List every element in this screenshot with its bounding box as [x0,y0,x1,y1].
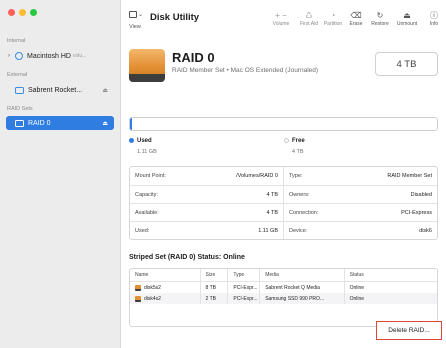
raid-members-table: Name Size Type Media Status disk5s2 8 TB… [129,268,438,327]
info-button[interactable]: ⓘ Info [424,10,444,27]
info-table: Mount Point:/Volumes/RAID 0 Type: RAID Me… [129,166,438,240]
minimize-window-button[interactable] [19,9,26,16]
sidebar-item-sabrent-rocket[interactable]: Sabrent Rocket... ⏏ [6,83,114,97]
column-header-type[interactable]: Type [227,269,259,281]
drive-icon [135,295,141,302]
restore-icon: ↻ [376,11,384,20]
sidebar-section-raid-sets: RAID Sets [7,106,33,112]
table-row[interactable]: disk5s2 8 TB PCI-Expr... Sabrent Rocket … [130,282,437,293]
chevron-right-icon[interactable]: › [8,53,15,59]
view-menu-button[interactable]: ⌄ [129,11,143,18]
sidebar: Internal › Macintosh HD volu... External… [0,0,121,348]
chevron-down-icon: ⌄ [138,12,144,19]
info-row: Available: 4 TB Connection: PCI-Express [130,203,437,221]
restore-button[interactable]: ↻ Restore [368,10,392,27]
drive-icon [135,284,141,291]
table-header: Name Size Type Media Status [130,269,437,282]
sidebar-item-label: Macintosh HD [27,52,71,60]
unmount-icon: ⏏ [403,11,411,20]
delete-raid-button[interactable]: Delete RAID... [376,321,442,340]
column-header-name[interactable]: Name [130,269,200,281]
volume-button[interactable]: + − Volume [268,10,294,27]
raid-drive-large-icon [129,49,165,82]
volume-title: RAID 0 [172,50,215,65]
sidebar-item-label: Sabrent Rocket... [28,86,83,94]
erase-button[interactable]: ⌫ Erase [346,10,366,27]
used-legend: Used 1.11 GB [129,138,157,155]
sidebar-item-raid-0[interactable]: RAID 0 ⏏ [6,116,114,130]
disk-icon [15,52,23,60]
partition-icon: ◔ [330,11,336,20]
used-value: 1.11 GB [137,149,157,156]
eject-icon[interactable]: ⏏ [102,87,108,94]
external-drive-icon [15,86,24,94]
free-legend: Free 4 TB [284,138,305,155]
sidebar-section-internal: Internal [7,38,26,44]
first-aid-button[interactable]: ♺ First Aid [297,10,321,27]
column-header-status[interactable]: Status [343,269,437,281]
table-row[interactable]: disk4s2 2 TB PCI-Expr... Samsung SSD 990… [130,293,437,304]
used-dot-icon [129,138,134,143]
toolbar: ⌄ View Disk Utility + − Volume ♺ First A… [122,0,446,40]
close-window-button[interactable] [8,9,15,16]
app-title: Disk Utility [150,12,200,23]
eject-icon[interactable]: ⏏ [102,120,108,127]
column-header-media[interactable]: Media [259,269,343,281]
info-row: Mount Point:/Volumes/RAID 0 Type: RAID Me… [130,167,437,185]
free-dot-icon [284,138,289,143]
volume-subtitle: RAID Member Set • Mac OS Extended (Journ… [172,67,319,74]
free-value: 4 TB [292,149,304,156]
sidebar-item-label: RAID 0 [28,119,51,127]
usage-bar-fill [130,118,132,130]
sidebar-item-macintosh-hd[interactable]: › Macintosh HD volu... [6,49,114,63]
main-content: ⌄ View Disk Utility + − Volume ♺ First A… [122,0,446,348]
window-controls [8,9,37,16]
striped-set-status: Striped Set (RAID 0) Status: Online [129,254,245,261]
zoom-window-button[interactable] [30,9,37,16]
sidebar-toggle-icon [129,11,137,18]
erase-icon: ⌫ [350,11,362,20]
info-icon: ⓘ [430,11,438,20]
view-label: View [129,24,141,30]
partition-button[interactable]: ◔ Partition [321,10,345,27]
column-header-size[interactable]: Size [199,269,228,281]
raid-drive-icon [15,119,24,127]
info-row: Used: 1.11 GB Device: disk6 [130,221,437,239]
stethoscope-icon: ♺ [305,11,313,20]
sidebar-section-external: External [7,72,28,78]
usage-bar [129,117,438,131]
unmount-button[interactable]: ⏏ Unmount [394,10,420,27]
sidebar-item-sub: volu... [72,53,87,59]
volume-size-badge: 4 TB [375,52,438,76]
add-remove-icon: + − [275,11,287,20]
info-row: Capacity: 4 TB Owners: Disabled [130,185,437,203]
